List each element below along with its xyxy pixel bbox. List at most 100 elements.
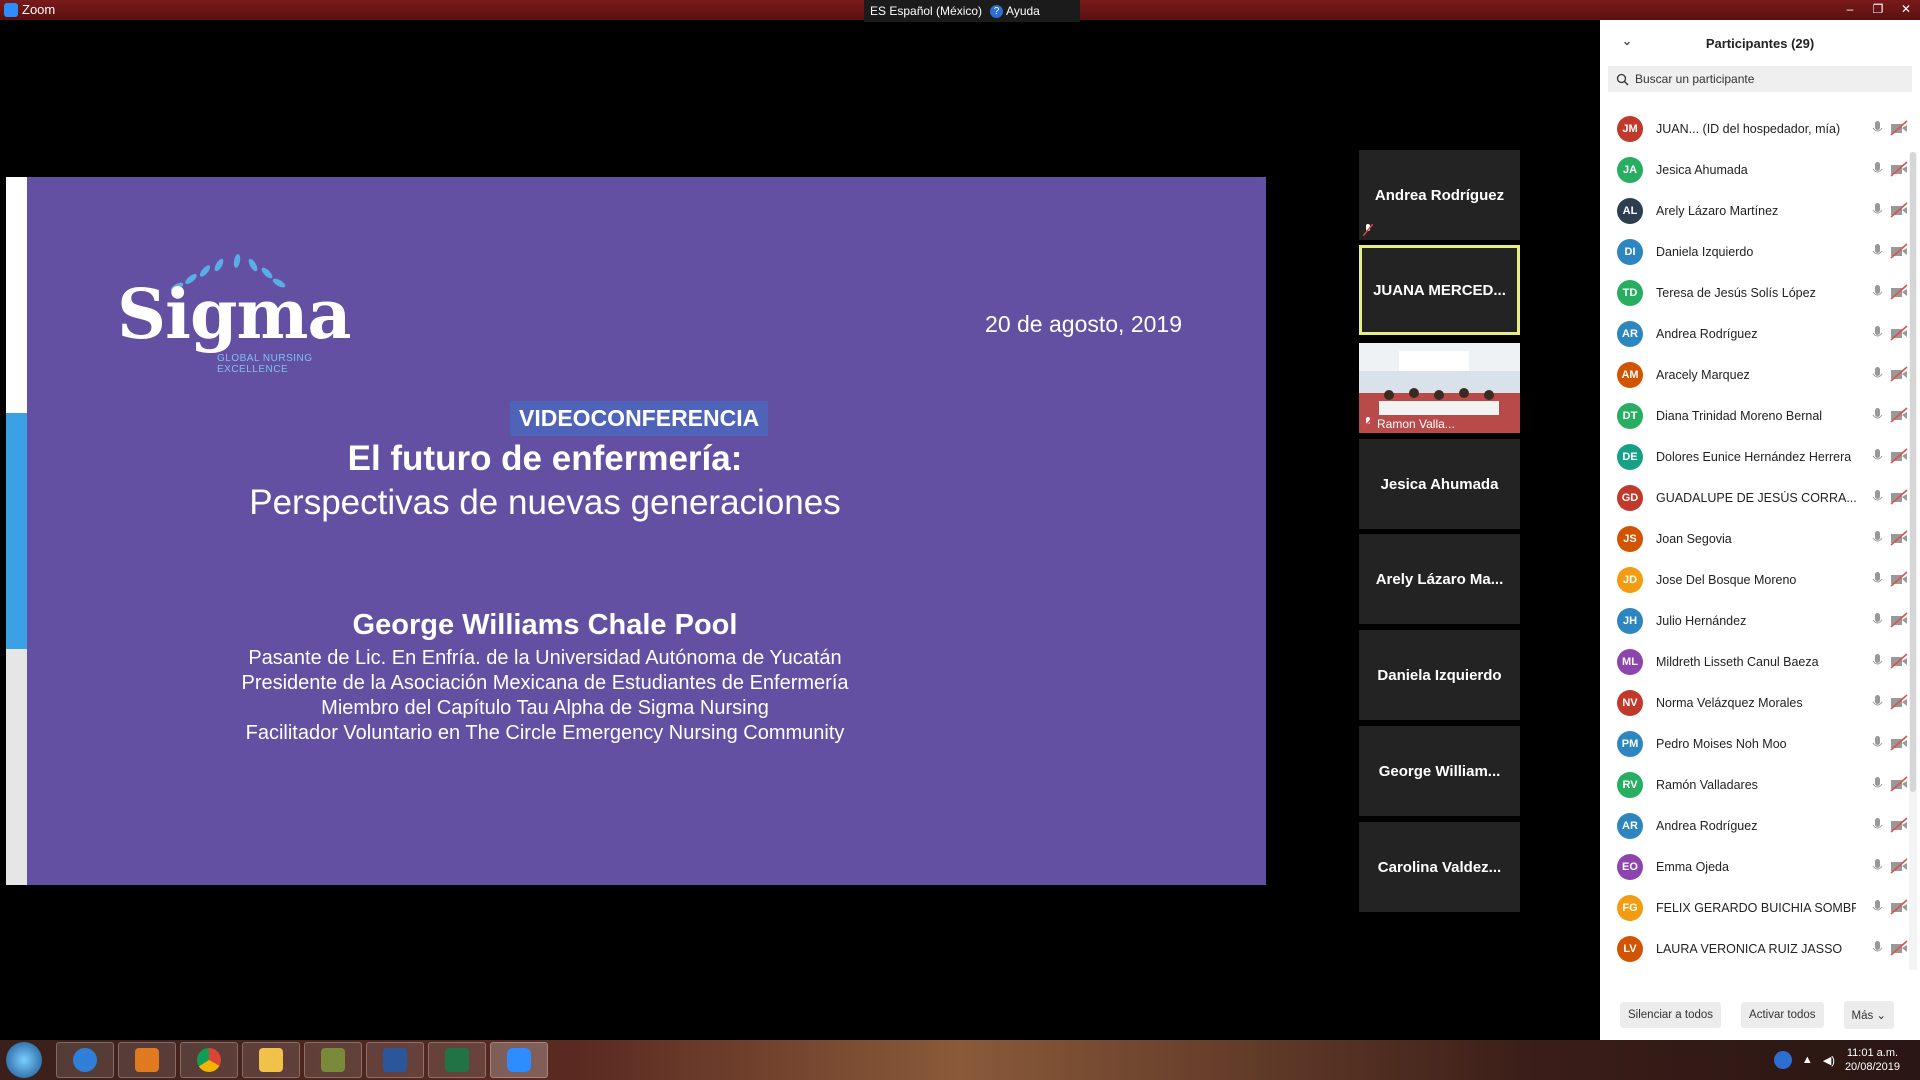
mic-icon [1872,244,1883,255]
participant-row[interactable]: RV Ramón Valladares [1600,764,1912,805]
mic-icon [1872,777,1883,788]
participant-status-icons [1870,243,1908,259]
zoom-taskbar-button[interactable] [490,1042,548,1078]
media-player-taskbar-button[interactable] [118,1042,176,1078]
slide-badge: VIDEOCONFERENCIA [510,401,769,436]
language-label[interactable]: ES Español (México) [870,4,982,18]
participant-name: FELIX GERARDO BUICHIA SOMBRA [1656,900,1856,915]
participant-row[interactable]: ML Mildreth Lisseth Canul Baeza [1600,641,1912,682]
participant-name: Julio Hernández [1656,613,1747,628]
avatar: PM [1617,730,1643,757]
muted-mic-icon [1363,417,1373,429]
participant-row[interactable]: DI Daniela Izquierdo [1600,231,1912,272]
video-tile[interactable]: Carolina Valdez... [1359,822,1520,912]
maximize-button[interactable]: ❐ [1864,0,1892,18]
participant-row[interactable]: JD Jose Del Bosque Moreno [1600,559,1912,600]
participant-status-icons [1870,899,1908,915]
mic-icon [1872,613,1883,624]
app-taskbar-button[interactable] [304,1042,362,1078]
participant-row[interactable]: TD Teresa de Jesús Solís López [1600,272,1912,313]
participant-row[interactable]: JH Julio Hernández [1600,600,1912,641]
participant-list: JM JUAN... (ID del hospedador, mía) JA Jesi… [1600,108,1912,969]
avatar: GD [1617,484,1643,511]
participant-row[interactable]: NV Norma Velázquez Morales [1600,682,1912,723]
avatar: TD [1617,279,1643,306]
ie-taskbar-button[interactable] [56,1042,114,1078]
mic-icon [1872,859,1883,870]
chrome-taskbar-button[interactable] [180,1042,238,1078]
participant-row[interactable]: LV LAURA VERONICA RUIZ JASSO [1600,928,1912,969]
participant-row[interactable]: AR Andrea Rodríguez [1600,805,1912,846]
video-off-icon [1890,448,1908,464]
participant-name: Diana Trinidad Moreno Bernal [1656,408,1823,423]
close-button[interactable]: ✕ [1892,0,1920,18]
minimize-button[interactable]: – [1836,0,1864,18]
word-taskbar-button[interactable] [366,1042,424,1078]
avatar: JD [1617,566,1643,593]
participant-row[interactable]: AM Aracely Marquez [1600,354,1912,395]
mute-all-button[interactable]: Silenciar a todos [1620,1002,1722,1028]
clock[interactable]: 11:01 a.m. 20/08/2019 [1845,1046,1900,1074]
help-button[interactable]: ? Ayuda [990,4,1040,18]
credential-line: Facilitador Voluntario en The Circle Eme… [245,722,845,744]
start-button[interactable] [6,1042,42,1078]
participant-row[interactable]: AL Arely Lázaro Martínez [1600,190,1912,231]
participant-row[interactable]: JS Joan Segovia [1600,518,1912,559]
avatar: DE [1617,443,1643,470]
participant-row[interactable]: EO Emma Ojeda [1600,846,1912,887]
volume-icon[interactable]: ◀) [1823,1054,1835,1067]
language-bar[interactable]: ES Español (México) ? Ayuda [864,0,1080,22]
participant-list-scrollbar[interactable] [1909,152,1917,970]
video-tile-active-speaker[interactable]: JUANA MERCED... [1359,245,1520,335]
video-tile[interactable]: George William... [1359,726,1520,816]
video-tile-camera[interactable]: Ramon Valla... [1359,343,1520,433]
participant-row[interactable]: FG FELIX GERARDO BUICHIA SOMBRA [1600,887,1912,928]
scrollbar-thumb[interactable] [1910,152,1916,792]
participant-status-icons [1870,817,1908,833]
logo-word: Sigma [117,275,351,355]
participant-row[interactable]: PM Pedro Moises Noh Moo [1600,723,1912,764]
video-off-icon [1890,243,1908,259]
network-icon[interactable]: ▲ [1802,1054,1813,1066]
participant-row[interactable]: AR Andrea Rodríguez [1600,313,1912,354]
search-input[interactable]: Buscar un participante [1635,72,1754,86]
participant-name: Norma Velázquez Morales [1656,695,1803,710]
participant-row[interactable]: DE Dolores Eunice Hernández Herrera [1600,436,1912,477]
participant-row[interactable]: GD GUADALUPE DE JESÚS CORRA... [1600,477,1912,518]
participant-status-icons [1870,776,1908,792]
participant-row[interactable]: JM JUAN... (ID del hospedador, mía) [1600,108,1912,149]
mic-icon [1872,941,1883,952]
participant-status-icons [1870,120,1908,136]
explorer-taskbar-button[interactable] [242,1042,300,1078]
video-tile[interactable]: Jesica Ahumada [1359,439,1520,529]
app-icon [321,1048,345,1072]
participant-name: Ramón Valladares [1656,777,1758,792]
participant-row[interactable]: JA Jesica Ahumada [1600,149,1912,190]
chevron-down-icon[interactable]: ⌄ [1622,34,1632,48]
clock-date: 20/08/2019 [1844,1061,1900,1073]
participant-status-icons [1870,612,1908,628]
video-tile[interactable]: Arely Lázaro Ma... [1359,534,1520,624]
unmute-all-button[interactable]: Activar todos [1741,1002,1824,1028]
video-off-icon [1890,817,1908,833]
slide-side-stripe [6,177,27,885]
participant-row[interactable]: DT Diana Trinidad Moreno Bernal [1600,395,1912,436]
help-tray-icon[interactable] [1773,1051,1792,1069]
more-button[interactable]: Más ⌄ [1843,1001,1895,1029]
muted-mic-icon [1363,224,1373,236]
participant-name: Joan Segovia [1656,531,1732,546]
video-off-icon [1890,202,1908,218]
video-tile[interactable]: Andrea Rodríguez [1359,150,1520,240]
internet-explorer-icon [73,1048,97,1072]
slide-title: El futuro de enfermería: [347,439,743,478]
mic-icon [1872,449,1883,460]
avatar: NV [1617,689,1643,716]
excel-taskbar-button[interactable] [428,1042,486,1078]
avatar: DI [1617,238,1643,265]
video-off-icon [1890,612,1908,628]
participant-search[interactable]: Buscar un participante [1608,66,1912,92]
participant-status-icons [1870,653,1908,669]
participants-header: ⌄ Participantes (29) [1600,20,1920,66]
mic-icon [1872,408,1883,419]
video-tile[interactable]: Daniela Izquierdo [1359,630,1520,720]
